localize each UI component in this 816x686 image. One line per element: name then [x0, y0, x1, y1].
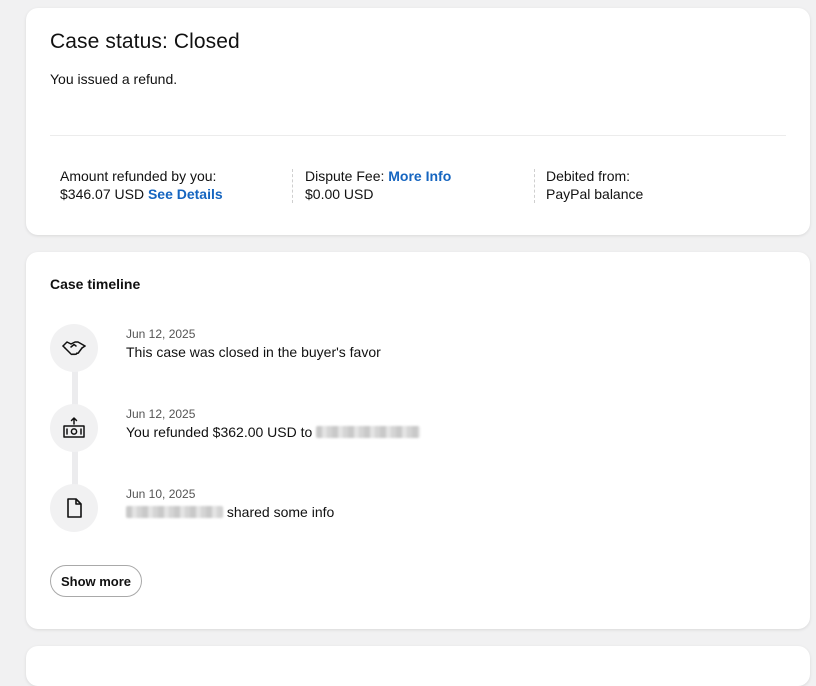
timeline-item: Jun 12, 2025 You refunded $362.00 USD to — [50, 404, 750, 454]
detail-separator — [292, 169, 293, 203]
refund-amount-label: Amount refunded by you: — [60, 168, 217, 184]
case-status-title: Case status: Closed — [50, 30, 240, 53]
timeline-text-main: You refunded $362.00 USD to — [126, 424, 313, 440]
money-send-icon — [50, 404, 98, 452]
timeline-item: Jun 10, 2025 shared some info — [50, 484, 750, 534]
redacted-name — [316, 426, 421, 438]
case-timeline-card: Case timeline Jun 12, 2025 This case was… — [26, 252, 810, 629]
see-details-link[interactable]: See Details — [148, 186, 223, 202]
document-icon — [50, 484, 98, 532]
detail-separator — [534, 169, 535, 203]
timeline-date: Jun 12, 2025 — [126, 327, 196, 341]
timeline-text: This case was closed in the buyer's favo… — [126, 344, 381, 360]
handshake-icon — [50, 324, 98, 372]
timeline-date: Jun 10, 2025 — [126, 487, 196, 501]
dispute-fee-label: Dispute Fee: — [305, 168, 385, 184]
debited-from-value: PayPal balance — [546, 186, 644, 202]
show-more-button[interactable]: Show more — [50, 565, 142, 597]
timeline-text-main: shared some info — [226, 504, 335, 520]
refund-amount-detail: Amount refunded by you: $346.07 USD See … — [60, 167, 223, 203]
timeline-item: Jun 12, 2025 This case was closed in the… — [50, 324, 750, 374]
case-status-subtitle: You issued a refund. — [50, 71, 178, 87]
debited-from-detail: Debited from: PayPal balance — [546, 167, 643, 203]
case-timeline-title: Case timeline — [50, 276, 141, 292]
next-card — [26, 646, 810, 686]
debited-from-label: Debited from: — [546, 168, 631, 184]
timeline-date: Jun 12, 2025 — [126, 407, 196, 421]
timeline-text: shared some info — [126, 504, 334, 520]
refund-amount-value: $346.07 USD — [60, 186, 145, 202]
dispute-fee-value: $0.00 USD — [305, 186, 374, 202]
case-status-card: Case status: Closed You issued a refund.… — [26, 8, 810, 235]
timeline-text: You refunded $362.00 USD to — [126, 424, 421, 440]
dispute-fee-detail: Dispute Fee: More Info $0.00 USD — [305, 167, 451, 203]
redacted-name — [126, 506, 223, 518]
divider — [50, 135, 786, 136]
more-info-link[interactable]: More Info — [388, 168, 451, 184]
